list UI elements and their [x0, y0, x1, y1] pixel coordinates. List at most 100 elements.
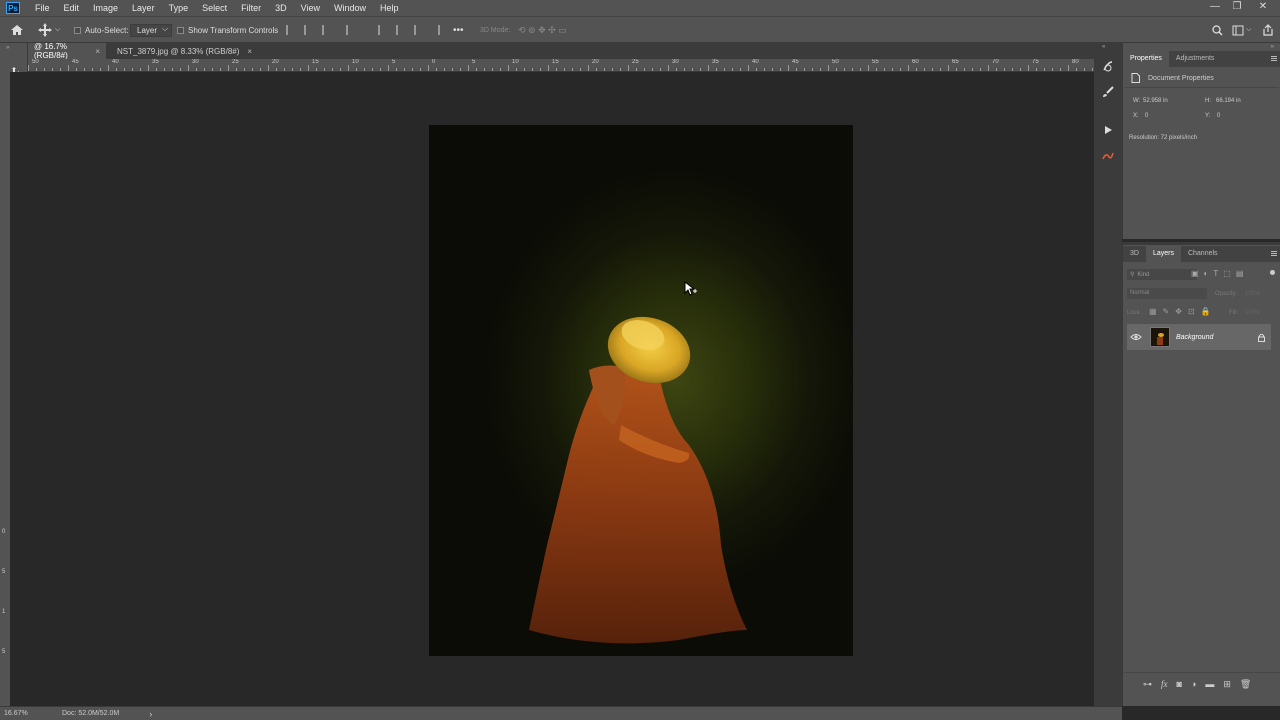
actions-panel-icon[interactable] — [1098, 121, 1118, 139]
brush-settings-panel-icon[interactable] — [1098, 83, 1118, 101]
restore-icon[interactable]: ❐ — [1226, 0, 1248, 16]
ruler-tick-mark — [1036, 68, 1037, 71]
new-layer-icon[interactable]: ⊞ — [1223, 679, 1231, 690]
tab-document-1[interactable]: @ 16.7% (RGB/8#) × — [28, 42, 106, 60]
menu-image[interactable]: Image — [86, 0, 125, 16]
align-left-icon[interactable] — [286, 25, 296, 35]
menu-view[interactable]: View — [294, 0, 327, 16]
layer-filter-icons[interactable]: ▣◐T⬚▤ — [1191, 269, 1248, 278]
new-adjustment-icon[interactable]: ◑ — [1191, 679, 1196, 690]
width-value[interactable]: 52.958 in — [1143, 98, 1168, 104]
search-icon[interactable] — [1212, 17, 1223, 43]
eye-visibility-icon[interactable] — [1130, 333, 1142, 341]
menu-filter[interactable]: Filter — [234, 0, 268, 16]
collapse-panel-icon[interactable]: » — [1271, 44, 1274, 50]
options-bar: ⌵ Auto-Select: Layer Show Transform Cont… — [0, 16, 1280, 43]
ruler-tick-mark — [260, 68, 261, 71]
distribute-v-icon[interactable] — [438, 25, 448, 35]
ruler-tick-mark — [740, 68, 741, 71]
x-value[interactable]: 0 — [1145, 113, 1148, 119]
menu-select[interactable]: Select — [195, 0, 234, 16]
align-buttons — [282, 17, 452, 43]
tab-document-2[interactable]: NST_3879.jpg @ 8.33% (RGB/8#) × — [111, 43, 258, 59]
menu-file[interactable]: File — [28, 0, 57, 16]
ruler-tick-mark — [172, 68, 173, 71]
menu-type[interactable]: Type — [162, 0, 196, 16]
horizontal-ruler-label: 40 — [112, 59, 119, 65]
align-top-icon[interactable] — [378, 25, 388, 35]
new-group-icon[interactable]: ▬ — [1205, 679, 1214, 690]
status-menu-arrow[interactable]: › — [149, 709, 152, 719]
workspace-icon[interactable]: ⌵ — [1232, 17, 1251, 43]
add-mask-icon[interactable]: ◙ — [1177, 679, 1182, 690]
layer-row-background[interactable]: Background — [1127, 324, 1271, 350]
blend-mode-dropdown[interactable]: Normal — [1127, 288, 1207, 299]
align-right-icon[interactable] — [322, 25, 332, 35]
expand-panels-icon[interactable]: « — [1102, 44, 1105, 50]
ruler-tick-mark — [532, 68, 533, 71]
ruler-tick-mark — [164, 68, 165, 71]
tab-channels[interactable]: Channels — [1181, 246, 1225, 262]
close-tab-icon[interactable]: × — [95, 47, 100, 56]
panel-menu-icon[interactable] — [1271, 56, 1277, 61]
fill-value[interactable]: 100% — [1245, 310, 1260, 316]
horizontal-ruler-label: 5 — [472, 59, 476, 65]
close-icon[interactable]: ✕ — [1252, 0, 1274, 16]
ruler-tick-mark — [348, 65, 349, 71]
layer-dropdown[interactable]: Layer — [130, 23, 173, 37]
show-transform-checkbox[interactable]: Show Transform Controls — [177, 17, 278, 43]
horizontal-ruler-label: 35 — [712, 59, 719, 65]
ruler-tick-mark — [468, 65, 469, 71]
tab-3d[interactable]: 3D — [1123, 246, 1146, 262]
ruler-tick-mark — [236, 68, 237, 71]
distribute-icon[interactable] — [346, 25, 356, 35]
auto-select-checkbox[interactable]: Auto-Select: — [74, 17, 129, 43]
menu-window[interactable]: Window — [327, 0, 373, 16]
menu-edit[interactable]: Edit — [57, 0, 87, 16]
link-layers-icon[interactable]: ⊶ — [1143, 679, 1152, 690]
align-hcenter-icon[interactable] — [304, 25, 314, 35]
ruler-tick-mark — [580, 68, 581, 71]
document-image[interactable] — [429, 125, 853, 656]
lock-icon[interactable] — [1258, 333, 1265, 342]
align-vcenter-icon[interactable] — [396, 25, 406, 35]
add-style-icon[interactable]: fx — [1161, 679, 1168, 690]
ruler-tick-mark — [1012, 68, 1013, 71]
menu-help[interactable]: Help — [373, 0, 406, 16]
horizontal-ruler-label: 20 — [592, 59, 599, 65]
lock-icons[interactable]: ▦✎✥⊡🔒 — [1149, 307, 1217, 316]
tab-layers[interactable]: Layers — [1145, 246, 1181, 262]
ruler-tick-mark — [556, 68, 557, 71]
menu-layer[interactable]: Layer — [125, 0, 162, 16]
more-options-button[interactable]: ••• — [453, 17, 464, 43]
close-tab-icon[interactable]: × — [247, 47, 252, 56]
move-tool-preset-icon[interactable]: ⌵ — [38, 17, 60, 43]
filter-kind-dropdown[interactable]: ⚲ Kind — [1127, 269, 1197, 280]
opacity-value[interactable]: 100% — [1245, 291, 1260, 297]
fill-label: Fill: — [1229, 310, 1239, 316]
horizontal-ruler-label: 40 — [752, 59, 759, 65]
height-value[interactable]: 66.194 in — [1216, 98, 1241, 104]
y-value[interactable]: 0 — [1217, 113, 1220, 119]
share-icon[interactable] — [1262, 17, 1274, 43]
zoom-level[interactable]: 16.67% — [4, 710, 60, 717]
panel-menu-icon[interactable] — [1271, 251, 1277, 256]
tab-adjustments[interactable]: Adjustments — [1169, 51, 1222, 67]
align-bottom-icon[interactable] — [414, 25, 424, 35]
filter-toggle-icon[interactable] — [1270, 270, 1275, 275]
menu-3d[interactable]: 3D — [268, 0, 294, 16]
paths-panel-icon[interactable] — [1098, 147, 1118, 165]
horizontal-ruler-label: 30 — [672, 59, 679, 65]
delete-layer-icon[interactable]: 🗑 — [1240, 679, 1251, 690]
history-panel-icon[interactable] — [1098, 57, 1118, 75]
layer-name[interactable]: Background — [1176, 334, 1213, 341]
home-icon[interactable] — [10, 17, 24, 43]
ruler-tick-mark — [380, 68, 381, 71]
toolbar-collapse-icon[interactable]: » — [6, 45, 9, 51]
ruler-tick-mark — [860, 68, 861, 71]
minimize-icon[interactable]: — — [1204, 0, 1226, 16]
ruler-tick-mark — [420, 68, 421, 71]
horizontal-ruler-label: 30 — [192, 59, 199, 65]
tab-properties[interactable]: Properties — [1123, 51, 1169, 67]
properties-panel: » Properties Adjustments Document Proper… — [1122, 43, 1280, 239]
